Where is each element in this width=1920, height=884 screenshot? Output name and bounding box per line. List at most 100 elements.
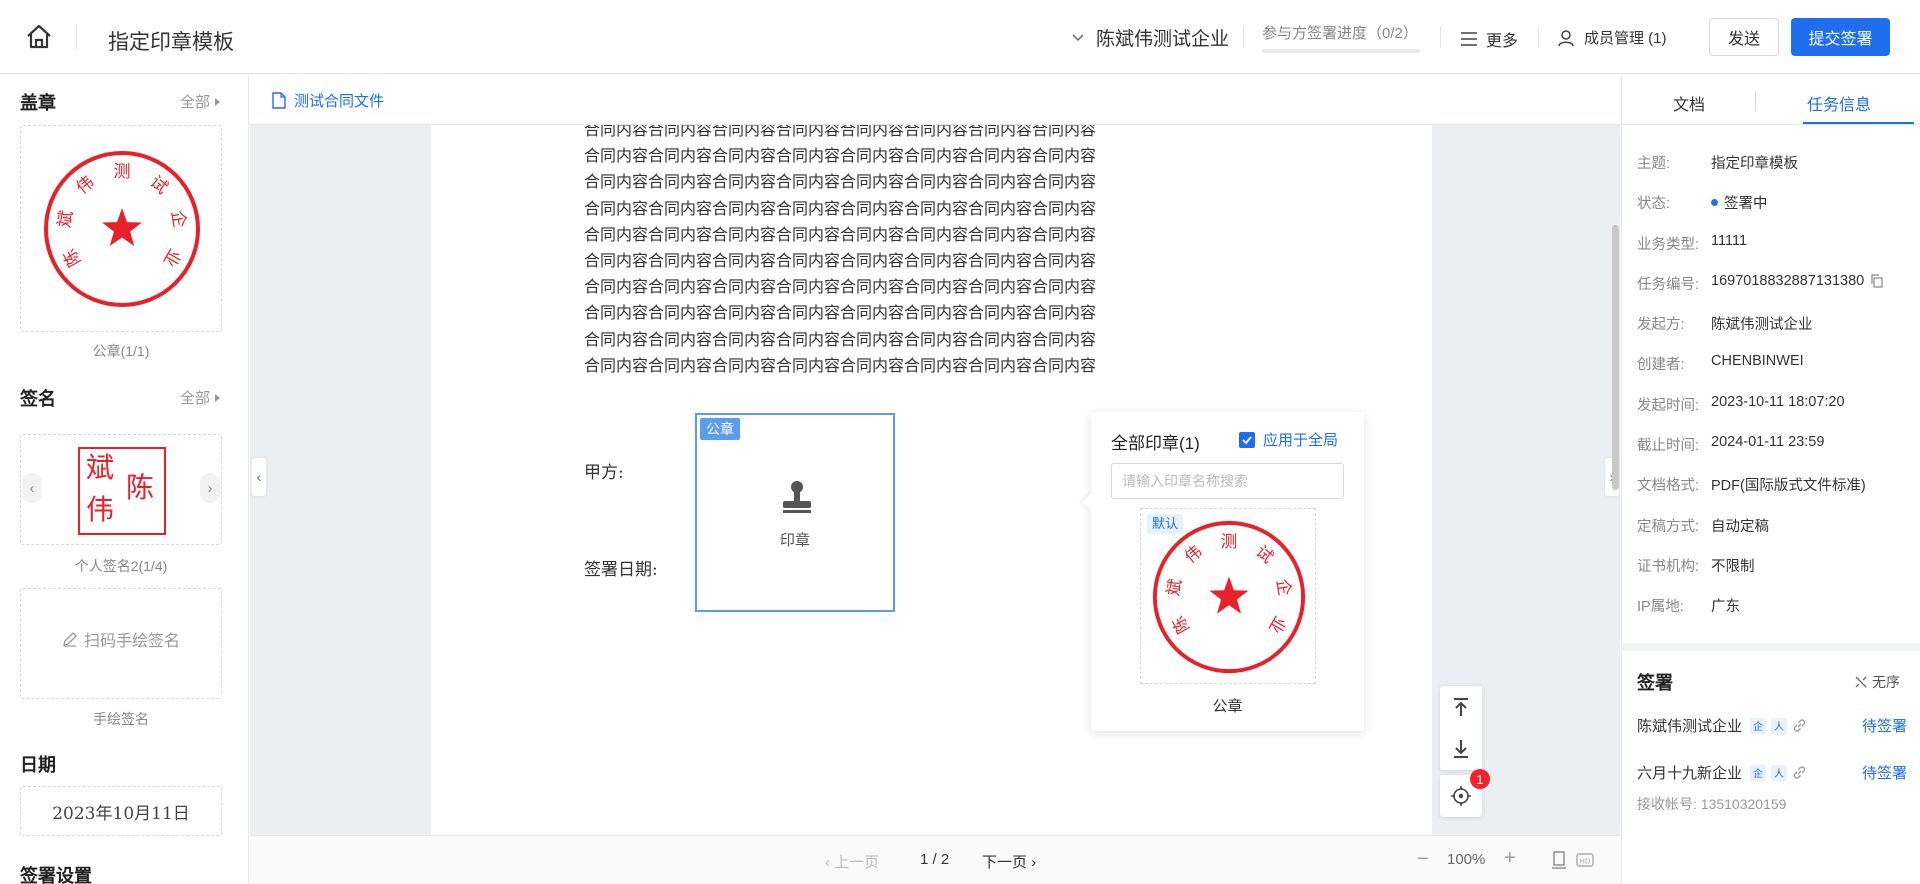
prev-signature-button[interactable]: ‹: [22, 473, 42, 503]
apply-all-checkbox[interactable]: 应用于全局: [1239, 429, 1338, 450]
zoom-in-button[interactable]: +: [1504, 847, 1516, 870]
svg-text:企: 企: [1273, 578, 1295, 598]
svg-text:HD: HD: [1580, 858, 1591, 866]
zoom-out-button[interactable]: −: [1417, 848, 1429, 871]
crosshair-icon: [1451, 786, 1471, 806]
more-label: 更多: [1486, 33, 1519, 50]
header-divider: [1243, 26, 1244, 48]
person-icon: 人: [1771, 717, 1788, 734]
document-text-line: 合同内容合同内容合同内容合同内容合同内容合同内容合同内容合同内容: [584, 277, 1097, 297]
progress-label: 参与方签署进度（0/2）: [1262, 25, 1418, 42]
tab-document[interactable]: 文档: [1673, 91, 1705, 115]
receiver-account: 接收帐号: 13510320159: [1637, 796, 1787, 812]
document-tab-label: 测试合同文件: [294, 93, 385, 110]
page-view-icon[interactable]: [1549, 850, 1569, 870]
receiver-value: 13510320159: [1700, 796, 1787, 812]
seal-option-card[interactable]: 默认 陈斌伟测试企业: [1140, 508, 1316, 684]
prev-page-button[interactable]: ‹ 上一页: [825, 851, 879, 872]
seal-section-title: 盖章: [20, 93, 56, 113]
signing-progress[interactable]: 参与方签署进度（0/2）: [1262, 22, 1420, 53]
page-indicator: 1 / 2: [920, 851, 950, 868]
seal-slot-label: 印章: [779, 532, 810, 549]
svg-text:陈: 陈: [60, 245, 86, 270]
company-seal-card[interactable]: 陈斌伟测试企业: [20, 125, 222, 332]
submit-sign-button[interactable]: 提交签署: [1791, 18, 1890, 56]
document-text-line: 合同内容合同内容合同内容合同内容合同内容合同内容合同内容合同内容: [584, 125, 1097, 139]
link-icon[interactable]: [1792, 765, 1807, 780]
scan-handwrite-label: 扫码手绘签名: [83, 633, 180, 650]
header-divider: [76, 24, 77, 50]
info-row-initiator: 发起方: 陈斌伟测试企业: [1637, 317, 1813, 334]
seal-search-input[interactable]: [1111, 463, 1344, 499]
user-icon: [1558, 29, 1574, 46]
hd-view-icon[interactable]: HD: [1575, 850, 1595, 870]
chevron-down-icon: [1072, 33, 1084, 41]
home-icon[interactable]: [24, 22, 54, 52]
document-page: 合同内容合同内容合同内容合同内容合同内容合同内容合同内容合同内容 合同内容合同内容…: [431, 125, 1432, 835]
link-icon[interactable]: [1792, 718, 1807, 733]
info-row-ip-location: IP属地: 广东: [1637, 599, 1740, 616]
signature-caption: 个人签名2(1/4): [74, 558, 168, 574]
zoom-level: 100%: [1447, 851, 1486, 868]
jump-bottom-button[interactable]: [1440, 728, 1482, 770]
svg-text:测: 测: [1221, 532, 1238, 551]
document-tab[interactable]: 测试合同文件: [272, 90, 384, 111]
vertical-scrollbar[interactable]: [1612, 225, 1619, 490]
seal-placement-field[interactable]: 公章 印章: [695, 413, 895, 612]
svg-text:测: 测: [114, 162, 131, 182]
tab-task-info[interactable]: 任务信息: [1807, 91, 1871, 115]
left-sidebar: 盖章 全部 陈斌伟测试企业 公章(1/1) 签名 全部 ‹ 斌 陈 伟 › 个人…: [0, 75, 249, 884]
collapse-left-button[interactable]: ‹: [252, 458, 266, 496]
svg-text:业: 业: [158, 245, 184, 270]
arrow-to-top-icon: [1454, 698, 1468, 716]
signature-all-link[interactable]: 全部: [180, 387, 220, 408]
enterprise-icon: 企: [1750, 764, 1767, 781]
copy-icon[interactable]: [1870, 274, 1884, 288]
progress-bar: [1262, 49, 1420, 53]
signer-row: 六月十九新企业 企 人 待签署: [1637, 762, 1907, 783]
tab-divider: [1755, 91, 1756, 111]
party-a-label: 甲方:: [584, 463, 624, 483]
send-button[interactable]: 发送: [1709, 18, 1779, 56]
signer-status[interactable]: 待签署: [1862, 715, 1907, 736]
page-title: 指定印章模板: [108, 31, 234, 54]
locate-field-button[interactable]: 1: [1440, 769, 1490, 817]
signer-status[interactable]: 待签署: [1862, 762, 1907, 783]
svg-text:试: 试: [1252, 542, 1277, 567]
document-text-line: 合同内容合同内容合同内容合同内容合同内容合同内容合同内容合同内容: [584, 172, 1097, 192]
pen-icon: [63, 632, 77, 647]
info-row-doc-format: 文档格式: PDF(国际版式文件标准): [1637, 478, 1866, 495]
seal-all-link[interactable]: 全部: [180, 91, 220, 112]
signer-row: 陈斌伟测试企业 企 人 待签署: [1637, 715, 1907, 736]
members-label: 成员管理 (1): [1584, 30, 1667, 47]
signature-image: 斌 陈 伟: [78, 447, 166, 535]
checkbox-checked-icon: [1239, 431, 1255, 448]
document-text-line: 合同内容合同内容合同内容合同内容合同内容合同内容合同内容合同内容: [584, 146, 1097, 166]
signer-name: 陈斌伟测试企业: [1637, 718, 1743, 735]
next-signature-button[interactable]: ›: [200, 473, 220, 503]
date-stamp-card[interactable]: 2023年10月11日: [20, 786, 222, 836]
members-button[interactable]: 成员管理 (1): [1558, 27, 1667, 48]
document-text-line: 合同内容合同内容合同内容合同内容合同内容合同内容合同内容合同内容: [584, 251, 1097, 271]
info-row-subject: 主题: 指定印章模板: [1637, 156, 1798, 172]
scan-handwrite-button[interactable]: 扫码手绘签名: [21, 627, 221, 651]
next-page-button[interactable]: 下一页 ›: [982, 851, 1036, 872]
personal-signature-card[interactable]: ‹ 斌 陈 伟 ›: [20, 434, 222, 545]
sign-date-label: 签署日期:: [584, 560, 658, 580]
sign-order: 无序: [1855, 672, 1900, 692]
handwrite-signature-card[interactable]: 扫码手绘签名: [20, 588, 222, 699]
info-row-start-time: 发起时间: 2023-10-11 18:07:20: [1637, 393, 1845, 414]
stamp-icon: [783, 481, 811, 513]
company-switcher[interactable]: 陈斌伟测试企业: [1070, 24, 1229, 51]
jump-top-button[interactable]: [1440, 686, 1482, 728]
document-text-line: 合同内容合同内容合同内容合同内容合同内容合同内容合同内容合同内容: [584, 198, 1097, 218]
document-body: 合同内容合同内容合同内容合同内容合同内容合同内容合同内容合同内容 合同内容合同内容…: [584, 125, 1164, 379]
signature-section-title: 签名: [20, 389, 56, 409]
svg-text:试: 试: [146, 172, 172, 198]
right-panel: 文档 任务信息 主题: 指定印章模板 状态: 签署中 业务类型: 11111 任务编号…: [1621, 75, 1920, 884]
document-text-line: 合同内容合同内容合同内容合同内容合同内容合同内容合同内容合同内容: [584, 224, 1097, 244]
seal-option-name: 公章: [1212, 698, 1243, 715]
company-seal-image: 陈斌伟测试企业: [1152, 520, 1306, 674]
more-button[interactable]: 更多: [1460, 27, 1518, 51]
sign-order-label: 无序: [1872, 674, 1900, 690]
